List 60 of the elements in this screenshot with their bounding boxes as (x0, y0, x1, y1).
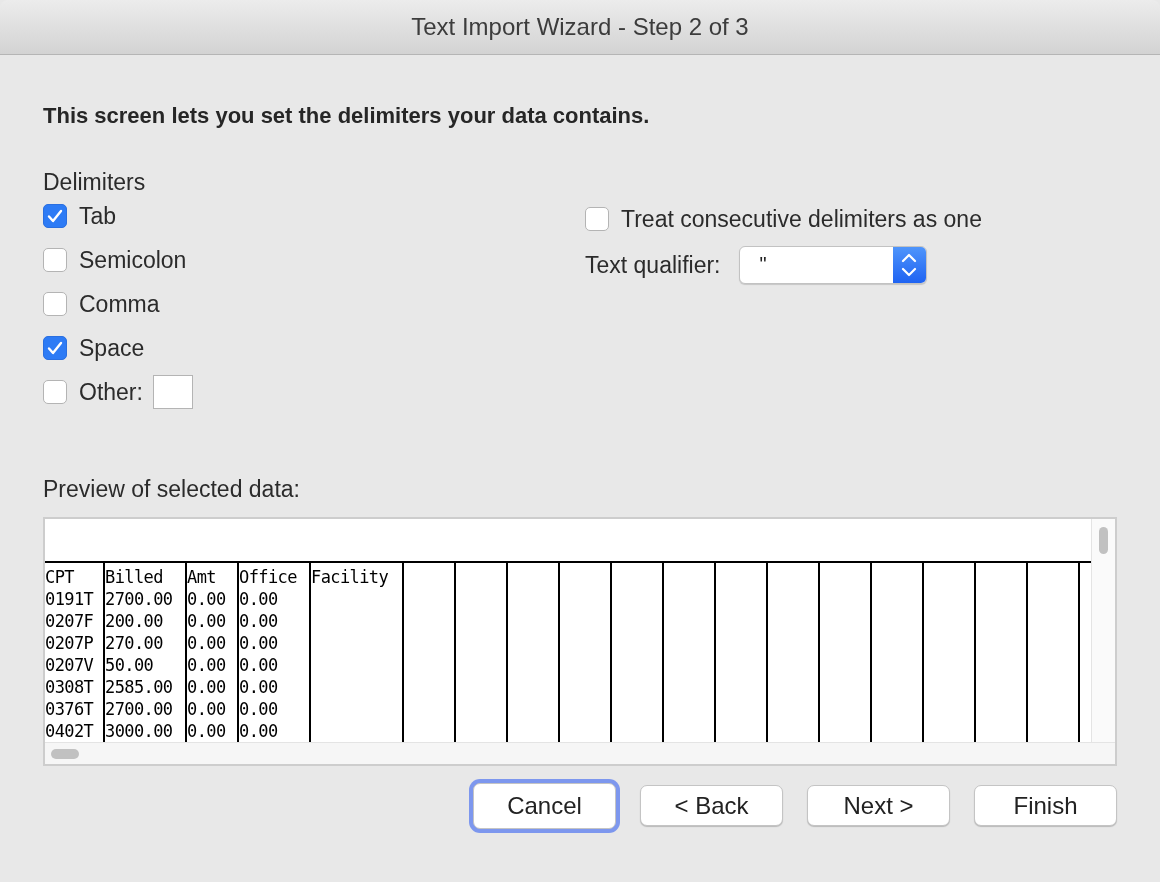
checkbox-label[interactable]: Treat consecutive delimiters as one (621, 205, 982, 233)
checkbox-label[interactable]: Semicolon (79, 246, 187, 274)
table-cell-text: 0.00 (239, 588, 279, 610)
table-cell-text: Billed (105, 566, 164, 588)
wizard-button[interactable]: Next > (807, 785, 950, 826)
table-cell-text: 3000.00 (105, 720, 174, 742)
table-cell-text: 0.00 (187, 720, 227, 742)
table-cell-text: 200.00 (105, 610, 164, 632)
table-cell-text: CPT (45, 566, 75, 588)
table-cell-text: 0308T (45, 676, 95, 698)
table-cell-text: 2700.00 (105, 588, 174, 610)
table-cell-text: 0376T (45, 698, 95, 720)
table-cell-text: 0.00 (187, 632, 227, 654)
table-cell-text: 0207P (45, 632, 95, 654)
checkbox[interactable] (43, 204, 67, 228)
table-cell-text: 0207F (45, 610, 95, 632)
qualifier-dropdown[interactable]: " (738, 246, 927, 284)
instruction-heading: This screen lets you set the delimiters your data contains. (43, 103, 651, 129)
checkbox-label[interactable]: Other: (79, 378, 143, 406)
table-cell-text: 0.00 (187, 588, 227, 610)
table-cell-text: Office (239, 566, 298, 588)
checkbox[interactable] (43, 336, 67, 360)
wizard-button[interactable]: < Back (640, 785, 783, 826)
table-cell-text: 0191T (45, 588, 95, 610)
table-cell-text: 0.00 (239, 676, 279, 698)
checkbox[interactable] (43, 292, 67, 316)
section-label: Preview of selected data: (43, 476, 301, 503)
table-cell-text: 2585.00 (105, 676, 174, 698)
table-cell-text: 0207V (45, 654, 95, 676)
table-cell-text: 0.00 (239, 698, 279, 720)
table-cell-text: 0.00 (187, 676, 227, 698)
checkbox-label[interactable]: Space (79, 334, 145, 362)
table-cell-text: 0.00 (187, 654, 227, 676)
table-cell-text: 0402T (45, 720, 95, 742)
checkbox-label[interactable]: Comma (79, 290, 160, 318)
table-cell-text: 0.00 (187, 698, 227, 720)
table-cell-text: 0.00 (239, 610, 279, 632)
checkbox[interactable] (585, 207, 609, 231)
table-cell-text: 270.00 (105, 632, 164, 654)
table-cell-text: 0.00 (239, 654, 279, 676)
table-cell-text: 0.00 (239, 632, 279, 654)
checkbox-label[interactable]: Tab (79, 202, 117, 230)
wizard-button[interactable]: Finish (974, 785, 1117, 826)
section-label: Delimiters (43, 169, 147, 196)
checkbox[interactable] (43, 248, 67, 272)
table-cell-text: Facility (311, 566, 390, 588)
checkmark-icon (47, 209, 63, 223)
checkmark-icon (47, 341, 63, 355)
input-field[interactable] (152, 375, 193, 409)
window-title: Text Import Wizard - Step 2 of 3 (411, 13, 749, 41)
table-cell-text: 0.00 (187, 610, 227, 632)
table-cell-text: 0.00 (239, 720, 279, 742)
table-cell-text: 2700.00 (105, 698, 174, 720)
horizontal-scrollbar[interactable] (45, 742, 1115, 764)
table-cell-text: Amt (187, 566, 217, 588)
table-cell-text: 50.00 (105, 654, 155, 676)
chevron-up-down-icon (901, 252, 917, 278)
vertical-scrollbar[interactable] (1091, 519, 1115, 742)
checkbox[interactable] (43, 380, 67, 404)
field-label: Text qualifier: (585, 251, 721, 279)
